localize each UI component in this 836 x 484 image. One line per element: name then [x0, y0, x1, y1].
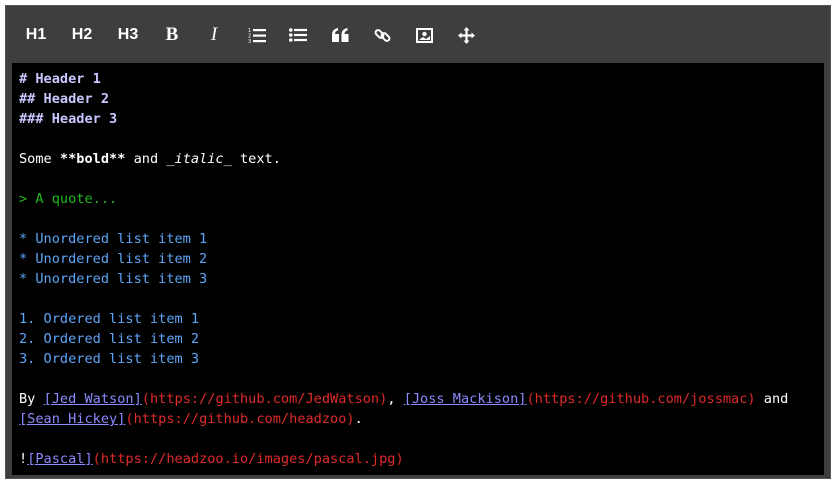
unordered-list-item: * Unordered list item 3 [19, 271, 208, 287]
link-jed-watson: [Jed Watson] [43, 391, 142, 407]
image-alt-text: [Pascal] [27, 451, 93, 467]
markdown-editor: H1 H2 H3 B I 1 2 3 # Header 1 ## Header … [5, 5, 831, 479]
fullscreen-icon [457, 26, 475, 44]
header-2-line: ## Header 2 [19, 91, 110, 107]
unordered-list-item: * Unordered list item 2 [19, 251, 208, 267]
separator: , [387, 391, 404, 407]
quote-button[interactable] [322, 20, 358, 50]
quote-icon [331, 28, 348, 42]
ordered-list-item: 2. Ordered list item 2 [19, 331, 200, 347]
bold-button[interactable]: B [154, 20, 190, 50]
credits-line-2: [Sean Hickey](https://github.com/headzoo… [19, 409, 824, 429]
paragraph-line: Some **bold** and _italic_ text. [19, 149, 824, 169]
para-italic: _italic_ [166, 151, 232, 167]
image-icon [415, 27, 433, 43]
separator-and: and [755, 391, 789, 407]
link-sean-hickey: [Sean Hickey] [19, 411, 126, 427]
url-sean-hickey: (https://github.com/headzoo) [125, 411, 355, 427]
header-3-line: ### Header 3 [19, 111, 118, 127]
by-prefix: By [19, 391, 44, 407]
svg-text:3: 3 [248, 39, 251, 43]
unordered-list-item: * Unordered list item 1 [19, 231, 208, 247]
image-button[interactable] [406, 20, 442, 50]
italic-button[interactable]: I [196, 20, 232, 50]
fullscreen-button[interactable] [448, 20, 484, 50]
credits-line-1: By [Jed Watson](https://github.com/JedWa… [19, 389, 824, 409]
editor-textarea[interactable]: # Header 1 ## Header 2 ### Header 3 Some… [12, 63, 824, 475]
toolbar: H1 H2 H3 B I 1 2 3 [6, 6, 830, 62]
para-prefix: Some [19, 151, 60, 167]
para-suffix: text. [231, 151, 281, 167]
url-joss-mackison: (https://github.com/jossmac) [526, 391, 756, 407]
header-1-line: # Header 1 [19, 71, 101, 87]
h3-button[interactable]: H3 [110, 20, 146, 50]
para-mid: and [125, 151, 167, 167]
h1-button[interactable]: H1 [18, 20, 54, 50]
link-joss-mackison: [Joss Mackison] [403, 391, 527, 407]
ordered-list-button[interactable]: 1 2 3 [239, 20, 275, 50]
ordered-list-item: 3. Ordered list item 3 [19, 351, 200, 367]
image-line: ![Pascal](https://headzoo.io/images/pasc… [19, 449, 824, 469]
h2-button[interactable]: H2 [64, 20, 100, 50]
image-url: (https://headzoo.io/images/pascal.jpg) [92, 451, 404, 467]
image-bang: ! [19, 451, 28, 467]
unordered-list-button[interactable] [280, 20, 316, 50]
ordered-list-item: 1. Ordered list item 1 [19, 311, 200, 327]
ordered-list-icon: 1 2 3 [248, 28, 266, 43]
unordered-list-icon [289, 28, 307, 42]
para-bold: **bold** [59, 151, 126, 167]
period: . [354, 411, 363, 427]
quote-line: > A quote... [19, 191, 118, 207]
link-button[interactable] [364, 20, 400, 50]
url-jed-watson: (https://github.com/JedWatson) [141, 391, 388, 407]
link-icon [374, 28, 390, 42]
